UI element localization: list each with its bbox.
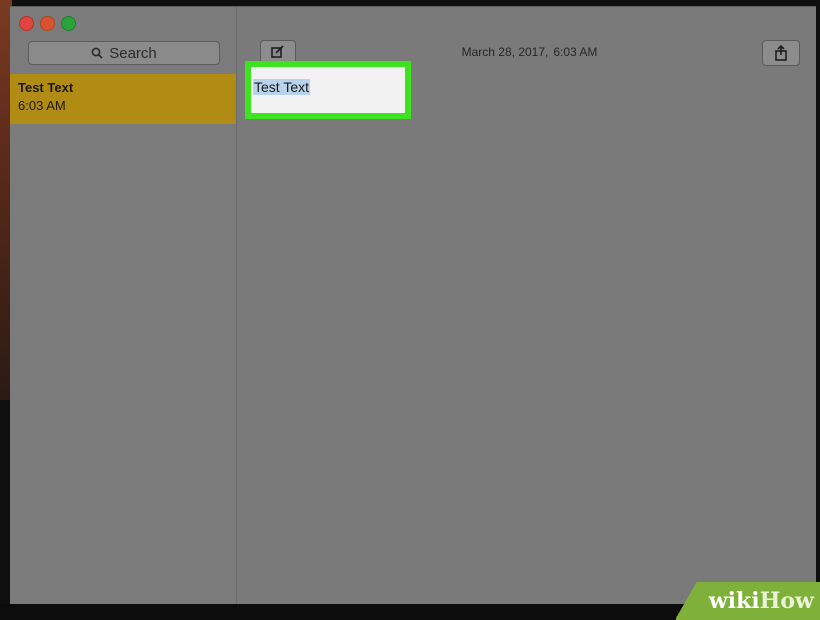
minimize-window-button[interactable] (40, 16, 55, 31)
note-date: March 28, 2017, (461, 45, 549, 59)
wikihow-watermark: wiki How (676, 582, 820, 620)
note-time: 6:03 AM (553, 45, 598, 59)
zoom-window-button[interactable] (61, 16, 76, 31)
search-icon (91, 47, 103, 59)
note-timestamp: March 28, 2017, 6:03 AM (237, 45, 816, 59)
note-list-item[interactable]: Test Text 6:03 AM (10, 74, 236, 124)
watermark-part1: wiki (708, 588, 760, 614)
search-field[interactable]: Search (28, 41, 220, 65)
note-item-title: Test Text (18, 80, 74, 95)
share-button[interactable] (762, 40, 800, 66)
note-editor: March 28, 2017, 6:03 AM Test Text (237, 7, 816, 605)
notes-sidebar: Search Test Text 6:03 AM (10, 7, 237, 605)
screenshot: Search Test Text 6:03 AM March 28, 2017,… (0, 0, 820, 620)
note-body-text[interactable]: Test Text (253, 79, 310, 95)
close-window-button[interactable] (19, 16, 34, 31)
share-icon (775, 45, 787, 61)
search-placeholder: Search (109, 44, 157, 62)
note-item-time: 6:03 AM (18, 98, 66, 113)
watermark-part2: How (759, 588, 814, 614)
notes-window: Search Test Text 6:03 AM March 28, 2017,… (10, 6, 816, 605)
